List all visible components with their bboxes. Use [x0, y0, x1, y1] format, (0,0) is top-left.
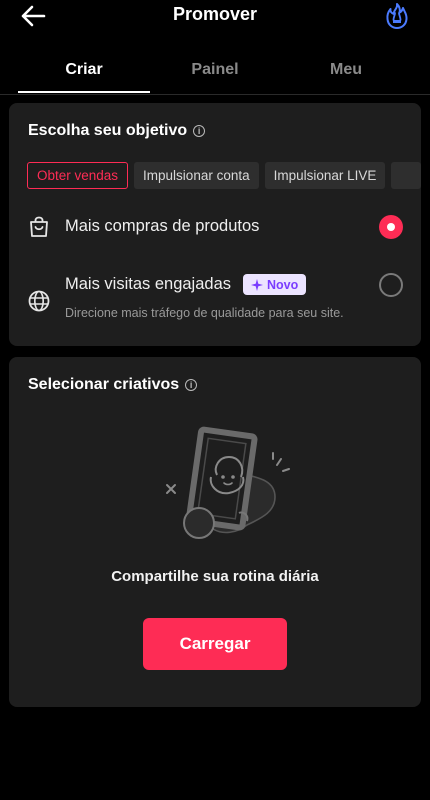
- option-label-row: Mais visitas engajadas Novo: [65, 274, 307, 295]
- new-badge-label: Novo: [267, 277, 299, 292]
- info-icon[interactable]: i: [185, 379, 198, 391]
- objective-card: Escolha seu objetivo i Obter vendas Impu…: [9, 103, 421, 346]
- new-badge: Novo: [243, 274, 307, 295]
- option-label: Mais compras de produtos: [65, 217, 260, 235]
- page-title: Promover: [172, 4, 258, 24]
- tab-painel[interactable]: Painel: [150, 48, 280, 92]
- top-bar: Promover: [0, 0, 430, 34]
- info-icon[interactable]: i: [193, 125, 206, 137]
- objective-section-title: Escolha seu objetivo i: [28, 122, 206, 140]
- objective-title: Escolha seu objetivo: [28, 122, 188, 139]
- chip-more[interactable]: [391, 162, 421, 189]
- option-mais-visitas[interactable]: Mais visitas engajadas Novo Direcione ma…: [27, 271, 403, 325]
- option-description: Direcione mais tráfego de qualidade para…: [65, 306, 344, 320]
- chip-impulsionar-conta[interactable]: Impulsionar conta: [134, 162, 259, 189]
- chip-obter-vendas[interactable]: Obter vendas: [27, 162, 129, 189]
- flame-icon: [386, 3, 408, 29]
- upload-button[interactable]: Carregar: [143, 618, 287, 670]
- chip-impulsionar-live[interactable]: Impulsionar LIVE: [264, 162, 386, 189]
- share-prompt-text: Compartilhe sua rotina diária: [111, 568, 319, 585]
- creative-card: Selecionar criativos i Compartilhe sua r…: [9, 357, 421, 707]
- sparkle-icon: [251, 278, 263, 291]
- creative-section-title: Selecionar criativos i: [28, 376, 198, 394]
- tab-bar: Criar Painel Meu: [0, 48, 430, 95]
- objective-chips: Obter vendas Impulsionar conta Impulsion…: [27, 162, 421, 189]
- globe-icon: [28, 290, 50, 312]
- option-mais-compras[interactable]: Mais compras de produtos: [27, 214, 403, 240]
- shopping-bag-icon: [30, 216, 48, 237]
- option-label: Mais visitas engajadas: [65, 275, 231, 293]
- tab-meu[interactable]: Meu: [280, 48, 412, 92]
- media-illustration: [166, 426, 290, 539]
- flame-button[interactable]: [384, 2, 410, 30]
- active-tab-indicator: [18, 91, 150, 93]
- tab-criar[interactable]: Criar: [18, 48, 150, 92]
- creative-title: Selecionar criativos: [28, 376, 180, 393]
- radio-unselected[interactable]: [379, 273, 403, 297]
- radio-selected[interactable]: [379, 215, 403, 239]
